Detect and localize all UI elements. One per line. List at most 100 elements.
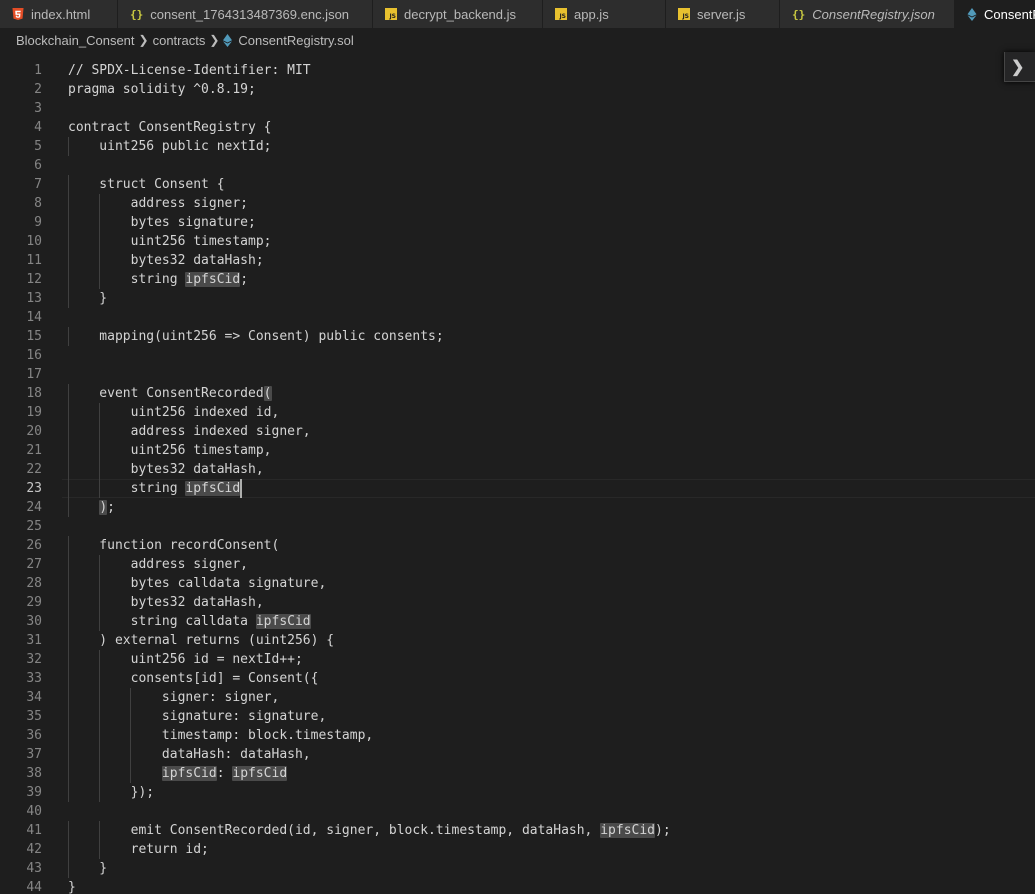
code-line[interactable]: 33 consents[id] = Consent({	[0, 669, 1035, 688]
word-highlight: ipfsCid	[161, 766, 217, 781]
code-line[interactable]: 21 uint256 timestamp,	[0, 441, 1035, 460]
code-line[interactable]: 31 ) external returns (uint256) {	[0, 631, 1035, 650]
indent-guide	[99, 707, 101, 726]
line-number: 35	[26, 709, 42, 724]
line-number: 2	[34, 82, 42, 97]
indent-guide	[68, 593, 69, 612]
code-text: pragma solidity ^0.8.19;	[68, 82, 256, 97]
code-line[interactable]: 11 bytes32 dataHash;	[0, 251, 1035, 270]
indent-guide	[99, 783, 101, 802]
tab-consentregistry-sol[interactable]: ConsentRegistry.sol	[955, 0, 1035, 28]
code-line[interactable]: 41 emit ConsentRecorded(id, signer, bloc…	[0, 821, 1035, 840]
code-line[interactable]: 4 contract ConsentRegistry {	[0, 118, 1035, 137]
code-line[interactable]: 27 address signer,	[0, 555, 1035, 574]
code-line[interactable]: 15 mapping(uint256 => Consent) public co…	[0, 327, 1035, 346]
tab-server-js[interactable]: JS server.js	[666, 0, 780, 28]
code-line[interactable]: 43 }	[0, 859, 1035, 878]
indent-guide	[99, 821, 101, 840]
code-line[interactable]: 34 signer: signer,	[0, 688, 1035, 707]
line-number: 40	[26, 804, 42, 819]
code-text: struct Consent {	[68, 177, 225, 192]
find-widget-toggle[interactable]: ❯	[1004, 52, 1035, 82]
code-text: // SPDX-License-Identifier: MIT	[68, 63, 311, 78]
code-line[interactable]: 25	[0, 517, 1035, 536]
js-file-icon: JS	[678, 8, 690, 20]
indent-guide	[99, 574, 101, 593]
line-number: 26	[26, 538, 42, 553]
code-line[interactable]: 17	[0, 365, 1035, 384]
word-highlight: ipfsCid	[232, 766, 288, 781]
code-line[interactable]: 30 string calldata ipfsCid	[0, 612, 1035, 631]
code-line[interactable]: 28 bytes calldata signature,	[0, 574, 1035, 593]
indent-guide	[99, 745, 101, 764]
code-editor[interactable]: 1 // SPDX-License-Identifier: MIT 2 pragma …	[0, 52, 1035, 894]
code-line[interactable]: 2 pragma solidity ^0.8.19;	[0, 80, 1035, 99]
tab-consent-1764313487369-enc-json[interactable]: {} consent_1764313487369.enc.json	[118, 0, 373, 28]
code-line[interactable]: 24 );	[0, 498, 1035, 517]
indent-guide	[68, 137, 69, 156]
indent-guide	[99, 232, 101, 251]
code-line[interactable]: 39 });	[0, 783, 1035, 802]
code-line[interactable]: 23 string ipfsCid	[0, 479, 1035, 498]
code-text: }	[68, 291, 108, 306]
word-highlight: ipfsCid	[185, 481, 241, 496]
code-line[interactable]: 44}	[0, 878, 1035, 894]
line-number: 21	[26, 443, 42, 458]
breadcrumb-file[interactable]: ConsentRegistry.sol	[223, 33, 354, 48]
indent-guide	[99, 194, 101, 213]
code-text: bytes calldata signature,	[68, 576, 327, 591]
code-line[interactable]: 32 uint256 id = nextId++;	[0, 650, 1035, 669]
code-line[interactable]: 3	[0, 99, 1035, 118]
indent-guide	[99, 555, 101, 574]
code-line[interactable]: 37 dataHash: dataHash,	[0, 745, 1035, 764]
chevron-right-icon: ❯	[1011, 58, 1025, 76]
indent-guide	[99, 688, 101, 707]
code-line[interactable]: 6	[0, 156, 1035, 175]
indent-guide	[68, 270, 69, 289]
code-line[interactable]: 35 signature: signature,	[0, 707, 1035, 726]
code-line[interactable]: 19 uint256 indexed id,	[0, 403, 1035, 422]
code-line[interactable]: 18 event ConsentRecorded(	[0, 384, 1035, 403]
breadcrumb-folder[interactable]: Blockchain_Consent	[16, 33, 135, 48]
code-line[interactable]: 26 function recordConsent(	[0, 536, 1035, 555]
indent-guide	[99, 441, 101, 460]
code-line[interactable]: 13 }	[0, 289, 1035, 308]
tab-app-js[interactable]: JS app.js	[543, 0, 666, 28]
code-text: address signer,	[68, 557, 249, 572]
code-line[interactable]: 38 ipfsCid: ipfsCid	[0, 764, 1035, 783]
breadcrumb-subfolder[interactable]: contracts	[153, 33, 206, 48]
indent-guide	[99, 422, 101, 441]
code-line[interactable]: 42 return id;	[0, 840, 1035, 859]
code-line[interactable]: 20 address indexed signer,	[0, 422, 1035, 441]
line-number: 41	[26, 823, 42, 838]
code-line[interactable]: 22 bytes32 dataHash,	[0, 460, 1035, 479]
indent-guide	[68, 840, 69, 859]
code-line[interactable]: 29 bytes32 dataHash,	[0, 593, 1035, 612]
tab-decrypt-backend-js[interactable]: JS decrypt_backend.js	[373, 0, 543, 28]
code-text: );	[99, 500, 115, 515]
line-number: 32	[26, 652, 42, 667]
code-line[interactable]: 7 struct Consent {	[0, 175, 1035, 194]
indent-guide	[68, 707, 69, 726]
line-number: 20	[26, 424, 42, 439]
tab-consentregistry-json[interactable]: {} ConsentRegistry.json	[780, 0, 955, 28]
code-line[interactable]: 8 address signer;	[0, 194, 1035, 213]
tab-label: index.html	[31, 6, 91, 22]
line-number: 34	[26, 690, 42, 705]
code-line[interactable]: 16	[0, 346, 1035, 365]
code-line[interactable]: 10 uint256 timestamp;	[0, 232, 1035, 251]
solidity-file-icon	[223, 33, 233, 47]
tab-index-html[interactable]: index.html	[0, 0, 118, 28]
word-highlight: ipfsCid	[600, 823, 656, 838]
line-number: 4	[34, 120, 42, 135]
code-line[interactable]: 5 uint256 public nextId;	[0, 137, 1035, 156]
line-number: 43	[26, 861, 42, 876]
line-number: 15	[26, 329, 42, 344]
code-line[interactable]: 40	[0, 802, 1035, 821]
code-line[interactable]: 36 timestamp: block.timestamp,	[0, 726, 1035, 745]
code-line[interactable]: 1 // SPDX-License-Identifier: MIT	[0, 61, 1035, 80]
code-line[interactable]: 14	[0, 308, 1035, 327]
code-line[interactable]: 12 string ipfsCid;	[0, 270, 1035, 289]
code-line[interactable]: 9 bytes signature;	[0, 213, 1035, 232]
code-text: address indexed signer,	[68, 424, 311, 439]
